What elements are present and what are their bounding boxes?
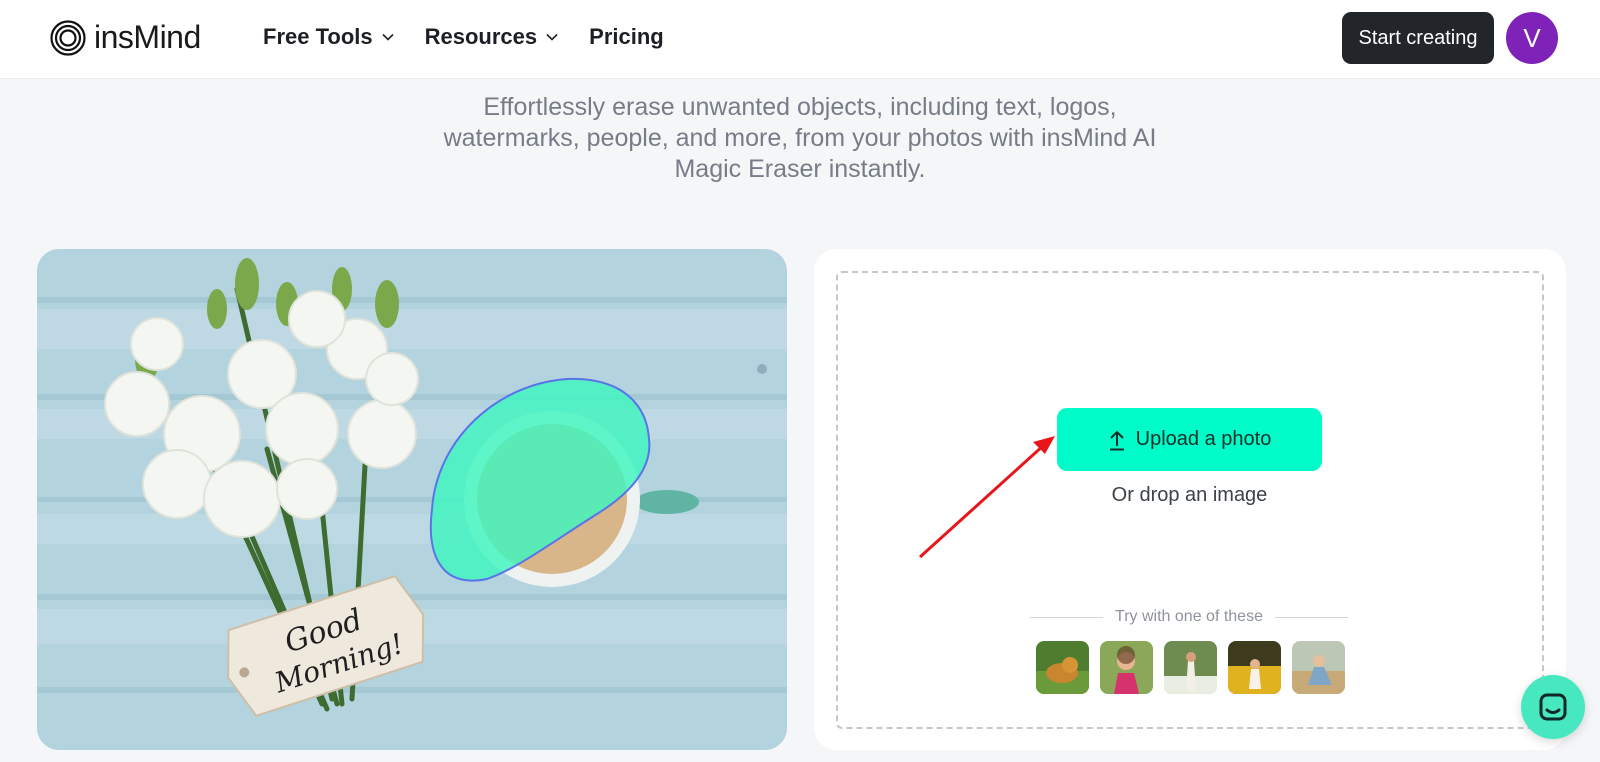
nav-free-tools[interactable]: Free Tools — [263, 22, 395, 52]
page-subtitle: Effortlessly erase unwanted objects, inc… — [443, 93, 1157, 183]
upload-photo-label: Upload a photo — [1135, 428, 1272, 450]
chevron-down-icon — [382, 33, 394, 41]
sample-image-girl[interactable] — [1100, 641, 1153, 694]
sample-image-woman-field[interactable] — [1164, 641, 1217, 694]
start-creating-button[interactable]: Start creating — [1342, 12, 1494, 64]
insmind-logo[interactable]: insMind — [50, 19, 201, 56]
try-samples-label-row: Try with one of these — [1030, 608, 1349, 626]
sample-image-child-flowers[interactable] — [1228, 641, 1281, 694]
nav-resources[interactable]: Resources — [425, 22, 560, 52]
girl-sample-icon — [1100, 641, 1153, 694]
person-sitting-sample-icon — [1292, 641, 1345, 694]
hero-illustration: Good Morning! — [37, 249, 787, 750]
chat-icon — [1539, 693, 1567, 721]
try-samples-label: Try with one of these — [1115, 608, 1263, 625]
user-avatar[interactable]: V — [1506, 12, 1558, 64]
logo-icon — [50, 19, 86, 56]
sample-image-person-sitting[interactable] — [1292, 641, 1345, 694]
woman-field-sample-icon — [1164, 641, 1217, 694]
chat-support-button[interactable] — [1521, 675, 1585, 739]
dog-sample-icon — [1036, 641, 1089, 694]
child-flowers-sample-icon — [1228, 641, 1281, 694]
upload-icon — [1109, 430, 1124, 450]
divider — [1030, 616, 1104, 618]
sample-image-dog[interactable] — [1036, 641, 1089, 694]
main-nav: Free Tools Resources Pricing — [263, 22, 664, 52]
hero-demo-image: Good Morning! — [37, 249, 787, 750]
nav-free-tools-label: Free Tools — [263, 24, 373, 49]
nav-pricing[interactable]: Pricing — [589, 22, 664, 52]
nav-resources-label: Resources — [424, 24, 538, 49]
nav-pricing-label: Pricing — [589, 24, 664, 49]
upload-photo-button[interactable]: Upload a photo — [1057, 408, 1322, 471]
sample-images — [1036, 641, 1345, 694]
top-header: insMind Free Tools Resources Pricing Sta… — [0, 0, 1600, 79]
chevron-down-icon — [546, 33, 558, 41]
logo-text: insMind — [94, 19, 201, 55]
divider — [1274, 616, 1349, 618]
drop-image-text: Or drop an image — [1111, 484, 1268, 506]
